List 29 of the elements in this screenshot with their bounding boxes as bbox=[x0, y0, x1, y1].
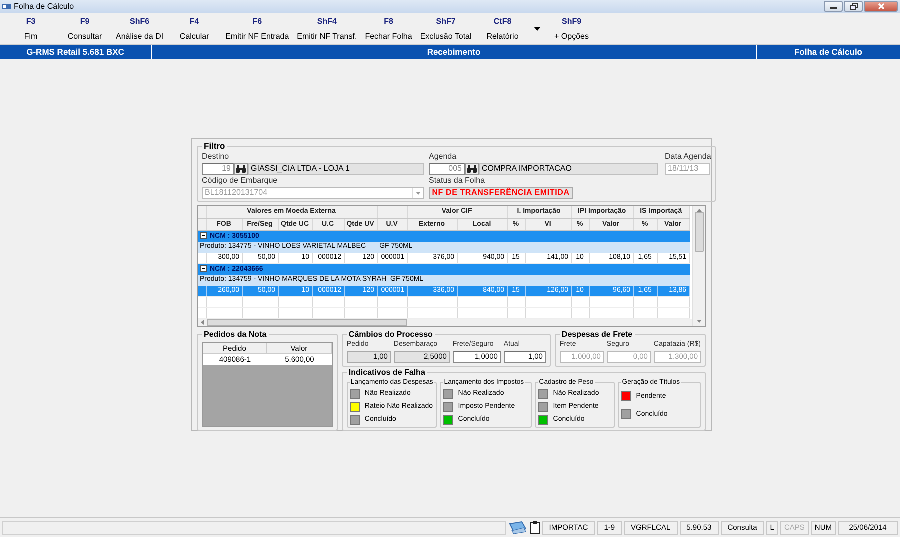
field-label: Status da Folha bbox=[429, 176, 486, 186]
toolbar-button[interactable]: ShF9 + Opções bbox=[544, 13, 599, 44]
module-title: Recebimento bbox=[152, 45, 757, 59]
code-field[interactable]: 19 bbox=[202, 163, 234, 175]
field-label: Agenda bbox=[429, 152, 458, 162]
name-field: GIASSI_CIA LTDA - LOJA 1 bbox=[248, 163, 424, 175]
section-title: Filtro bbox=[203, 142, 226, 151]
toolbar-button[interactable]: F3 Fim bbox=[4, 13, 58, 44]
field-label: Destino bbox=[202, 152, 230, 162]
toolbar-button[interactable]: CtF8 Relatório bbox=[476, 13, 530, 44]
screen-title: Folha de Cálculo bbox=[793, 46, 864, 59]
toolbar-button[interactable]: F8 Fechar Folha bbox=[361, 13, 416, 44]
toolbar-button[interactable]: F9 Consultar bbox=[58, 13, 112, 44]
section-title: Pedidos da Nota bbox=[203, 330, 268, 339]
status-field: NF DE TRANSFERÊNCIA EMITIDA bbox=[429, 187, 573, 199]
toolbar-button[interactable]: ShF6 Análise da DI bbox=[112, 13, 168, 44]
app-version: G-RMS Retail 5.681 BXC bbox=[0, 45, 152, 59]
code-field[interactable]: 005 bbox=[429, 163, 465, 175]
section-title: Indicativos de Falha bbox=[348, 368, 426, 377]
toolbar-button[interactable]: ShF7 Exclusão Total bbox=[416, 13, 476, 44]
window-title: Folha de Cálculo bbox=[14, 2, 76, 11]
toolbar-button[interactable]: F6 Emitir NF Entrada bbox=[222, 13, 294, 44]
field-label: Data Agenda bbox=[665, 152, 712, 162]
field-label: Código de Embarque bbox=[202, 176, 279, 186]
section-title: Despesas de Frete bbox=[560, 330, 634, 339]
section-title: Câmbios do Processo bbox=[348, 330, 434, 339]
name-field: COMPRA IMPORTACAO bbox=[479, 163, 658, 175]
toolbar-button[interactable]: ShF4 Emitir NF Transf. bbox=[293, 13, 362, 44]
toolbar-button[interactable]: F4 Calcular bbox=[168, 13, 222, 44]
